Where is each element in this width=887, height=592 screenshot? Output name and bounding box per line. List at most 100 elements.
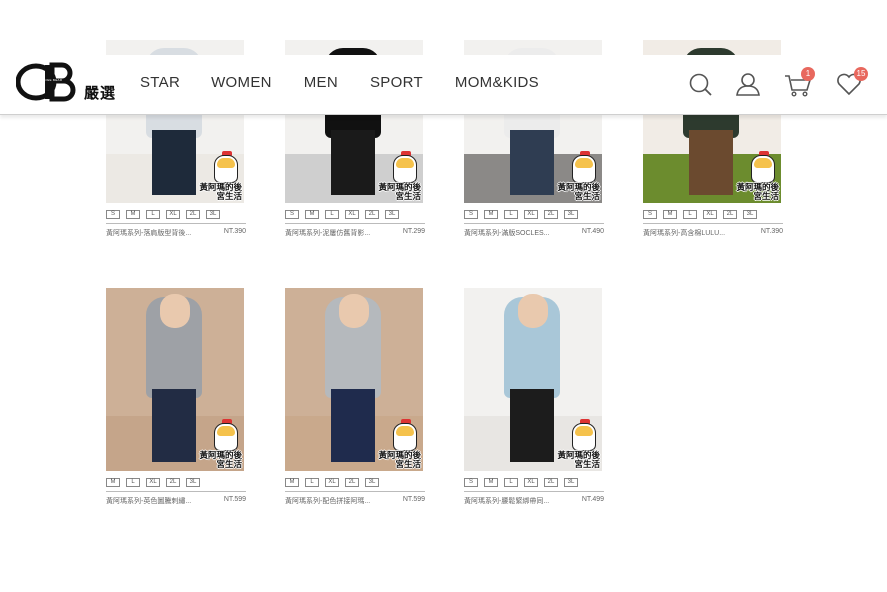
size-option[interactable]: 3L [365, 478, 379, 487]
size-option[interactable]: 2L [186, 210, 200, 219]
product-card[interactable]: 黃阿瑪的後宮生活 S M L XL 2L 3L 黃阿瑪系列-腰鬆緊綁帶同... NT.499 [464, 288, 604, 506]
product-name[interactable]: 黃阿瑪系列-配色拼接阿瑪... [285, 496, 370, 506]
product-info: 黃阿瑪系列-滿版SOCLES... NT.490 [464, 223, 604, 238]
mascot-sticker: 黃阿瑪的後宮生活 [729, 143, 781, 203]
mascot-text: 黃阿瑪的後宮生活 [378, 450, 421, 469]
logo-text: 嚴選 [84, 84, 117, 102]
size-option[interactable]: S [643, 210, 657, 219]
size-options: S M L XL 2L 3L [464, 478, 604, 487]
size-option[interactable]: XL [166, 210, 180, 219]
size-option[interactable]: S [106, 210, 120, 219]
size-option[interactable]: 2L [544, 478, 558, 487]
size-option[interactable]: 2L [365, 210, 379, 219]
size-options: M L XL 2L 3L [285, 478, 425, 487]
cart-count-badge: 1 [801, 67, 815, 81]
size-option[interactable]: M [484, 210, 498, 219]
size-options: M L XL 2L 3L [106, 478, 246, 487]
size-option[interactable]: S [285, 210, 299, 219]
product-name[interactable]: 黃阿瑪系列-泥屢仿舊背影... [285, 228, 370, 238]
product-name[interactable]: 黃阿瑪系列-滿版SOCLES... [464, 228, 550, 238]
brand-logo[interactable]: ORANGE BEAR 嚴選 [16, 62, 116, 102]
nav-item-men[interactable]: MEN [304, 74, 338, 91]
size-option[interactable]: 3L [743, 210, 757, 219]
product-name[interactable]: 黃阿瑪系列-英色圖騰刺繡... [106, 496, 191, 506]
size-option[interactable]: 3L [186, 478, 200, 487]
size-option[interactable]: L [504, 210, 518, 219]
logo-fine-print: ORANGE BEAR [37, 78, 63, 82]
user-icon[interactable] [733, 69, 763, 99]
product-price: NT.390 [223, 228, 246, 235]
product-listing-page: 黃阿瑪的後宮生活 S M L XL 2L 3L 黃阿瑪系列-落肩版型背後... NT.390 黃阿… [0, 0, 887, 592]
size-option[interactable]: M [663, 210, 677, 219]
size-option[interactable]: XL [325, 478, 339, 487]
size-option[interactable]: 3L [564, 210, 578, 219]
size-option[interactable]: XL [146, 478, 160, 487]
size-option[interactable]: L [146, 210, 160, 219]
product-name[interactable]: 黃阿瑪系列-落肩版型背後... [106, 228, 191, 238]
mascot-sticker: 黃阿瑪的後宮生活 [192, 143, 244, 203]
product-info: 黃阿瑪系列-配色拼接阿瑪... NT.599 [285, 491, 425, 506]
size-option[interactable]: S [464, 210, 478, 219]
size-option[interactable]: L [126, 478, 140, 487]
wishlist-icon[interactable]: 15 [834, 67, 868, 99]
size-option[interactable]: XL [524, 478, 538, 487]
product-card[interactable]: 黃阿瑪的後宮生活 M L XL 2L 3L 黃阿瑪系列-英色圖騰刺繡... NT.599 [106, 288, 246, 506]
search-icon[interactable] [686, 69, 716, 99]
product-card[interactable]: 黃阿瑪的後宮生活 M L XL 2L 3L 黃阿瑪系列-配色拼接阿瑪... NT.599 [285, 288, 425, 506]
size-options: S M L XL 2L 3L [464, 210, 604, 219]
size-option[interactable]: 3L [206, 210, 220, 219]
size-option[interactable]: M [285, 478, 299, 487]
product-price: NT.599 [402, 496, 425, 503]
size-options: S M L XL 2L 3L [285, 210, 425, 219]
product-photo[interactable]: 黃阿瑪的後宮生活 [106, 288, 244, 471]
nav-item-star[interactable]: STAR [140, 74, 180, 91]
size-option[interactable]: L [325, 210, 339, 219]
size-option[interactable]: 2L [345, 478, 359, 487]
size-option[interactable]: M [484, 478, 498, 487]
cart-icon[interactable]: 1 [783, 67, 815, 99]
product-photo[interactable]: 黃阿瑪的後宮生活 [285, 288, 423, 471]
product-info: 黃阿瑪系列-泥屢仿舊背影... NT.299 [285, 223, 425, 238]
size-option[interactable]: XL [703, 210, 717, 219]
mascot-text: 黃阿瑪的後宮生活 [736, 182, 779, 201]
mascot-sticker: 黃阿瑪的後宮生活 [192, 411, 244, 471]
size-option[interactable]: XL [345, 210, 359, 219]
size-option[interactable]: 3L [385, 210, 399, 219]
nav-item-women[interactable]: WOMEN [211, 74, 272, 91]
size-option[interactable]: M [106, 478, 120, 487]
product-photo[interactable]: 黃阿瑪的後宮生活 [464, 288, 602, 471]
mascot-text: 黃阿瑪的後宮生活 [199, 450, 242, 469]
product-price: NT.499 [581, 496, 604, 503]
size-options: S M L XL 2L 3L [643, 210, 783, 219]
size-option[interactable]: S [464, 478, 478, 487]
size-option[interactable]: 2L [166, 478, 180, 487]
mascot-text: 黃阿瑪的後宮生活 [557, 182, 600, 201]
product-info: 黃阿瑪系列-落肩版型背後... NT.390 [106, 223, 246, 238]
size-option[interactable]: L [683, 210, 697, 219]
size-option[interactable]: 2L [544, 210, 558, 219]
product-price: NT.599 [223, 496, 246, 503]
mascot-text: 黃阿瑪的後宮生活 [199, 182, 242, 201]
nav-item-mom-kids[interactable]: MOM&KIDS [455, 74, 539, 91]
product-price: NT.299 [402, 228, 425, 235]
nav-item-sport[interactable]: SPORT [370, 74, 423, 91]
size-option[interactable]: XL [524, 210, 538, 219]
product-name[interactable]: 黃阿瑪系列-腰鬆緊綁帶同... [464, 496, 549, 506]
size-option[interactable]: L [504, 478, 518, 487]
size-options: S M L XL 2L 3L [106, 210, 246, 219]
mascot-sticker: 黃阿瑪的後宮生活 [371, 143, 423, 203]
product-name[interactable]: 黃阿瑪系列-高含棉LULU... [643, 228, 725, 238]
main-nav: STAR WOMEN MEN SPORT MOM&KIDS [140, 74, 571, 91]
mascot-sticker: 黃阿瑪的後宮生活 [550, 143, 602, 203]
product-price: NT.390 [760, 228, 783, 235]
mascot-text: 黃阿瑪的後宮生活 [378, 182, 421, 201]
mascot-text: 黃阿瑪的後宮生活 [557, 450, 600, 469]
site-header: ORANGE BEAR 嚴選 STAR WOMEN MEN SPORT MOM&… [0, 55, 887, 115]
size-option[interactable]: 3L [564, 478, 578, 487]
size-option[interactable]: L [305, 478, 319, 487]
mascot-sticker: 黃阿瑪的後宮生活 [550, 411, 602, 471]
size-option[interactable]: M [305, 210, 319, 219]
size-option[interactable]: 2L [723, 210, 737, 219]
size-option[interactable]: M [126, 210, 140, 219]
mascot-sticker: 黃阿瑪的後宮生活 [371, 411, 423, 471]
